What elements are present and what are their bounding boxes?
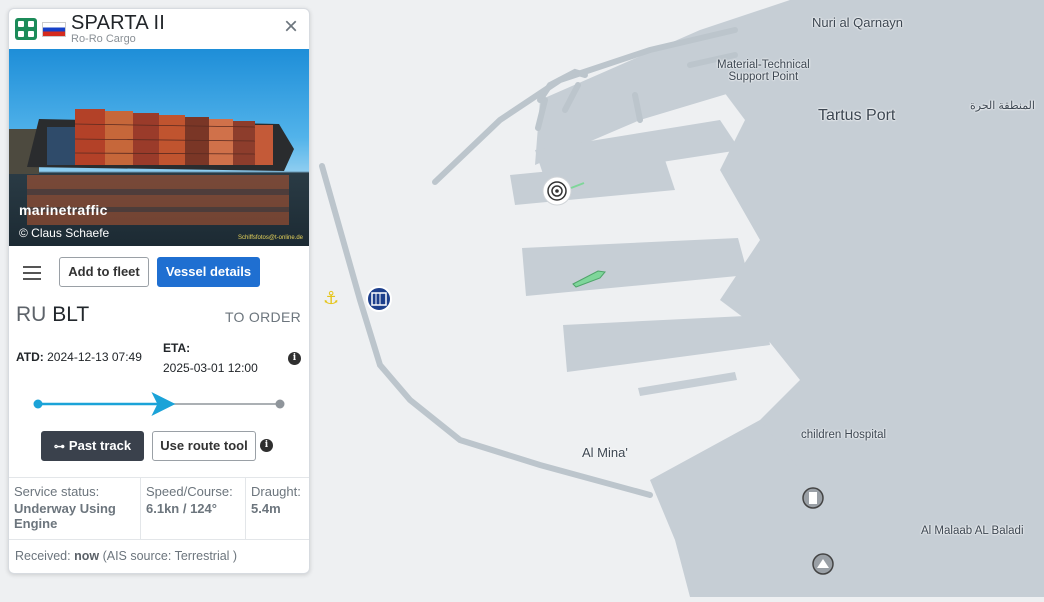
- ais-source: (AIS source: Terrestrial ): [102, 549, 238, 563]
- vessel-type-icon: [15, 18, 37, 40]
- voyage-times: ATD: 2024-12-13 07:49 ETA: 2025-03-01 12…: [9, 341, 309, 381]
- draught-value: 5.4m: [251, 501, 281, 516]
- label-malaab: Al Malaab AL Baladi: [921, 525, 1024, 537]
- voyage-route: RU BLT TO ORDER: [9, 301, 309, 331]
- received-value: now: [74, 549, 100, 563]
- photo-credit-small: Schiffsfotos@t-online.de: [237, 235, 303, 241]
- draught-label: Draught:: [251, 484, 301, 499]
- label-al-mina: Al Mina': [582, 445, 628, 460]
- port-building-icon: [366, 286, 392, 312]
- vessel-toolbar: Add to fleet Vessel details: [9, 257, 309, 289]
- photo-brand: marinetraffic: [19, 202, 108, 218]
- atd-value: 2024-12-13 07:49: [47, 350, 142, 364]
- service-status-label: Service status:: [14, 484, 100, 499]
- label-material-1: Material-Technical: [717, 59, 810, 71]
- label-free-zone: المنطقة الحرة: [970, 100, 1035, 112]
- route-info-icon[interactable]: i: [260, 439, 273, 452]
- close-icon[interactable]: ×: [281, 15, 301, 39]
- speed-course-label: Speed/Course:: [146, 484, 233, 499]
- menu-icon[interactable]: [23, 266, 41, 284]
- pier-3: [563, 315, 770, 372]
- label-tartus-port: Tartus Port: [818, 107, 896, 124]
- received-label: Received:: [15, 549, 71, 563]
- vessel-type: Ro-Ro Cargo: [71, 33, 136, 45]
- vessel-header: SPARTA II Ro-Ro Cargo ×: [9, 9, 309, 49]
- past-track-button[interactable]: ⊶ Past track: [41, 431, 144, 461]
- vessel-details-button[interactable]: Vessel details: [157, 257, 260, 287]
- pier-2: [522, 238, 748, 296]
- vessel-panel: SPARTA II Ro-Ro Cargo × marinetraffic © …: [8, 8, 310, 574]
- progress-end-dot: [275, 399, 285, 409]
- anchorage-icon: ⚓: [323, 288, 339, 309]
- voyage-info-icon[interactable]: i: [288, 352, 301, 365]
- departure-port-code: BLT: [52, 303, 90, 326]
- departure-port: RU BLT: [16, 303, 89, 327]
- voyage-progress: [9, 389, 309, 419]
- service-status-value: Underway Using Engine: [14, 501, 116, 531]
- atd-label: ATD:: [16, 350, 44, 364]
- add-to-fleet-button[interactable]: Add to fleet: [59, 257, 149, 287]
- vessel-photo[interactable]: marinetraffic © Claus Schaefe Schiffsfot…: [9, 49, 309, 246]
- progress-start-dot: [33, 399, 43, 409]
- departure-country: RU: [16, 303, 47, 326]
- label-material: Material-Technical Support Point: [717, 59, 810, 83]
- photo-credit: © Claus Schaefe: [19, 226, 110, 240]
- track-icon: ⊶: [53, 441, 65, 453]
- speed-course: Speed/Course: 6.1kn / 124°: [140, 478, 245, 540]
- destination: TO ORDER: [224, 309, 301, 325]
- russia-flag-icon: [42, 22, 66, 37]
- past-track-label: Past track: [68, 438, 132, 453]
- status-row: Service status: Underway Using Engine Sp…: [9, 477, 309, 540]
- atd-block: ATD: 2024-12-13 07:49: [16, 350, 142, 364]
- eta-block: ETA: 2025-03-01 12:00: [163, 341, 258, 375]
- label-hospital: children Hospital: [801, 429, 887, 441]
- draught: Draught: 5.4m: [245, 478, 309, 540]
- eta-value: 2025-03-01 12:00: [163, 361, 258, 375]
- label-nuri: Nuri al Qarnayn: [812, 15, 904, 30]
- label-material-2: Support Point: [728, 71, 799, 83]
- speed-course-value: 6.1kn / 124°: [146, 501, 217, 516]
- route-tool-button[interactable]: Use route tool: [152, 431, 256, 461]
- progress-track: [33, 392, 285, 416]
- service-status: Service status: Underway Using Engine: [9, 478, 140, 540]
- eta-label: ETA:: [163, 341, 191, 355]
- vessel-name: SPARTA II: [71, 12, 166, 34]
- received-info: Received: now (AIS source: Terrestrial ): [9, 539, 309, 573]
